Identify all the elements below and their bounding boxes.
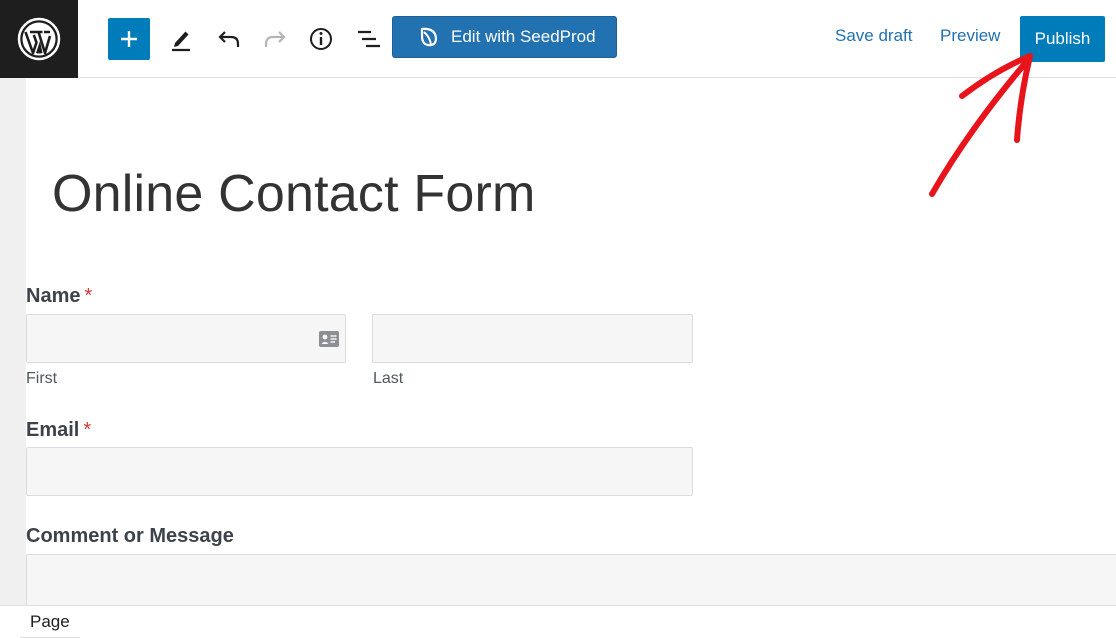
- preview-button[interactable]: Preview: [940, 26, 1000, 46]
- plus-icon: [121, 31, 137, 47]
- email-label-text: Email: [26, 419, 80, 441]
- seedprod-leaf-icon: [419, 26, 439, 48]
- redo-button[interactable]: [254, 18, 296, 60]
- info-icon: [310, 28, 332, 50]
- email-input[interactable]: [26, 447, 693, 496]
- name-required-mark: *: [84, 285, 93, 307]
- list-view-button[interactable]: [347, 18, 389, 60]
- first-name-sublabel: First: [26, 370, 58, 387]
- name-label-text: Name: [26, 285, 81, 307]
- wordpress-logo-icon[interactable]: [0, 0, 78, 78]
- breadcrumb-page[interactable]: Page: [20, 606, 80, 638]
- seedprod-button-label: Edit with SeedProd: [451, 27, 596, 46]
- contact-card-icon: [319, 331, 339, 347]
- details-button[interactable]: [300, 18, 342, 60]
- undo-button[interactable]: [208, 18, 250, 60]
- comment-field-label: Comment or Message: [26, 525, 234, 547]
- editor-left-gutter: [0, 78, 26, 605]
- save-draft-button[interactable]: Save draft: [835, 26, 913, 46]
- list-view-icon: [358, 30, 380, 48]
- annotation-arrow-icon: [929, 53, 1033, 197]
- email-required-mark: *: [83, 419, 92, 441]
- block-breadcrumb-bar: Page: [0, 605, 1116, 638]
- last-name-sublabel: Last: [373, 370, 404, 387]
- block-inserter-button[interactable]: [108, 18, 150, 60]
- undo-icon: [218, 31, 240, 47]
- email-field-label: Email *: [26, 419, 91, 442]
- edit-with-seedprod-button[interactable]: Edit with SeedProd: [392, 16, 617, 58]
- tools-edit-button[interactable]: [160, 18, 202, 60]
- name-field-label: Name *: [26, 285, 92, 308]
- redo-icon: [264, 31, 286, 47]
- last-name-input[interactable]: [372, 314, 693, 363]
- pencil-icon: [172, 31, 190, 52]
- page-title[interactable]: Online Contact Form: [52, 164, 536, 224]
- first-name-input[interactable]: [26, 314, 346, 363]
